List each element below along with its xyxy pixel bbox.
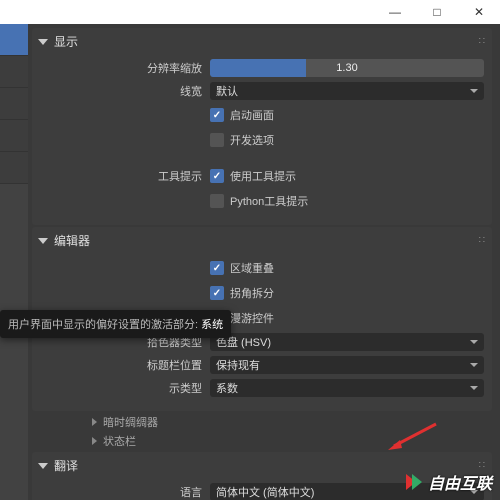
annotation-arrow-icon [388, 422, 438, 452]
sidebar-item[interactable] [0, 120, 28, 152]
devextras-checkbox[interactable] [210, 133, 224, 147]
sidebar-item[interactable] [0, 152, 28, 184]
line-width-select[interactable]: 默认 [210, 82, 484, 100]
tooltips-label: 工具提示 [40, 168, 210, 184]
color-picker-select[interactable]: 色盘 (HSV) [210, 333, 484, 351]
panel-title: 显示 [54, 33, 479, 50]
category-sidebar [0, 24, 28, 500]
window-titlebar: — □ ✕ [0, 0, 500, 24]
devextras-label: 开发选项 [230, 132, 274, 148]
editor-panel-header[interactable]: 编辑器 ∷ [32, 227, 492, 254]
region-overlap-label: 区域重叠 [230, 260, 274, 276]
display-panel: 显示 ∷ 分辨率缩放 1.30 线宽 默认 启动画面 开发选项 工具提示 使用工… [32, 28, 492, 225]
watermark: 自由互联 [402, 470, 492, 494]
language-label: 语言 [40, 484, 210, 500]
tooltip: 用户界面中显示的偏好设置的激活部分: 系统 [0, 310, 231, 338]
drag-grip-icon[interactable]: ∷ [479, 36, 486, 47]
region-overlap-checkbox[interactable] [210, 261, 224, 275]
corner-split-checkbox[interactable] [210, 286, 224, 300]
expand-icon [38, 39, 48, 45]
factor-type-select[interactable]: 系数 [210, 379, 484, 397]
display-panel-header[interactable]: 显示 ∷ [32, 28, 492, 55]
panel-title: 编辑器 [54, 232, 479, 249]
chevron-right-icon [92, 418, 97, 426]
use-tooltips-label: 使用工具提示 [230, 168, 296, 184]
expand-icon [38, 463, 48, 469]
resolution-scale-label: 分辨率缩放 [40, 60, 210, 76]
navigate-widget-label: 漫游控件 [230, 310, 274, 326]
python-tooltips-label: Python工具提示 [230, 193, 308, 209]
sidebar-item[interactable] [0, 24, 28, 56]
python-tooltips-checkbox[interactable] [210, 194, 224, 208]
splash-checkbox[interactable] [210, 108, 224, 122]
line-width-label: 线宽 [40, 83, 210, 99]
resolution-scale-slider[interactable]: 1.30 [210, 59, 484, 77]
splash-label: 启动画面 [230, 107, 274, 123]
close-button[interactable]: ✕ [458, 0, 500, 24]
header-position-select[interactable]: 保持现有 [210, 356, 484, 374]
sidebar-item[interactable] [0, 88, 28, 120]
minimize-button[interactable]: — [374, 0, 416, 24]
maximize-button[interactable]: □ [416, 0, 458, 24]
expand-icon [38, 238, 48, 244]
factor-type-label: 示类型 [40, 380, 210, 396]
header-position-label: 标题栏位置 [40, 357, 210, 373]
use-tooltips-checkbox[interactable] [210, 169, 224, 183]
sidebar-item[interactable] [0, 56, 28, 88]
drag-grip-icon[interactable]: ∷ [479, 235, 486, 246]
chevron-right-icon [92, 437, 97, 445]
corner-split-label: 拐角拆分 [230, 285, 274, 301]
